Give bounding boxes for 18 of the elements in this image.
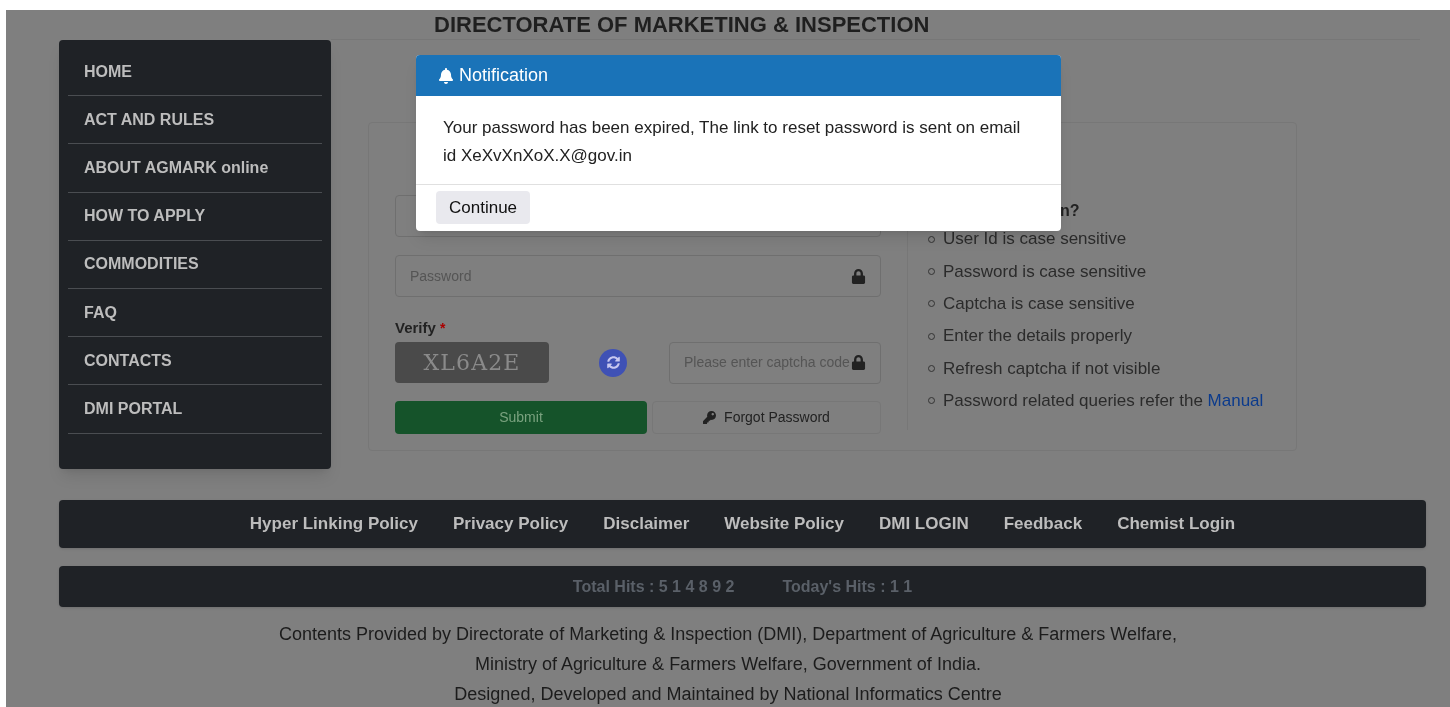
help-item: Refresh captcha if not visible	[943, 357, 1161, 380]
hit-counter: Total Hits : 5 1 4 8 9 2	[572, 576, 735, 597]
help-heading: n?	[1060, 201, 1081, 221]
help-item: Enter the details properly	[943, 325, 1132, 348]
help-item: Password related queries refer the Manual	[943, 389, 1264, 412]
help-item: Captcha is case sensitive	[943, 293, 1135, 315]
verify-label: Verify	[395, 318, 436, 338]
help-item: Password is case sensitive	[943, 260, 1147, 283]
hit-counter: Today's Hits : 1 1	[782, 576, 913, 597]
site-title: DIRECTORATE OF MARKETING & INSPECTION	[434, 13, 930, 37]
dialog-title: Notification	[459, 64, 549, 87]
footer-text: Contents Provided by Directorate of Marketing & Inspection (DMI), Department of Agriculture & Farmers Welfare,	[279, 623, 1177, 646]
dialog-message: Your password has been expired, The link to reset password is sent on email id XeXvXnXoX.X@gov.in	[416, 96, 1061, 185]
help-item: User Id is case sensitive	[943, 228, 1127, 251]
footer-text: Designed, Developed and Maintained by National Informatics Centre	[454, 683, 1002, 706]
footer-text: Ministry of Agriculture & Farmers Welfare, Government of India.	[475, 653, 981, 676]
captcha-image: XL6A2E	[395, 342, 549, 383]
required-mark: *	[439, 318, 446, 338]
